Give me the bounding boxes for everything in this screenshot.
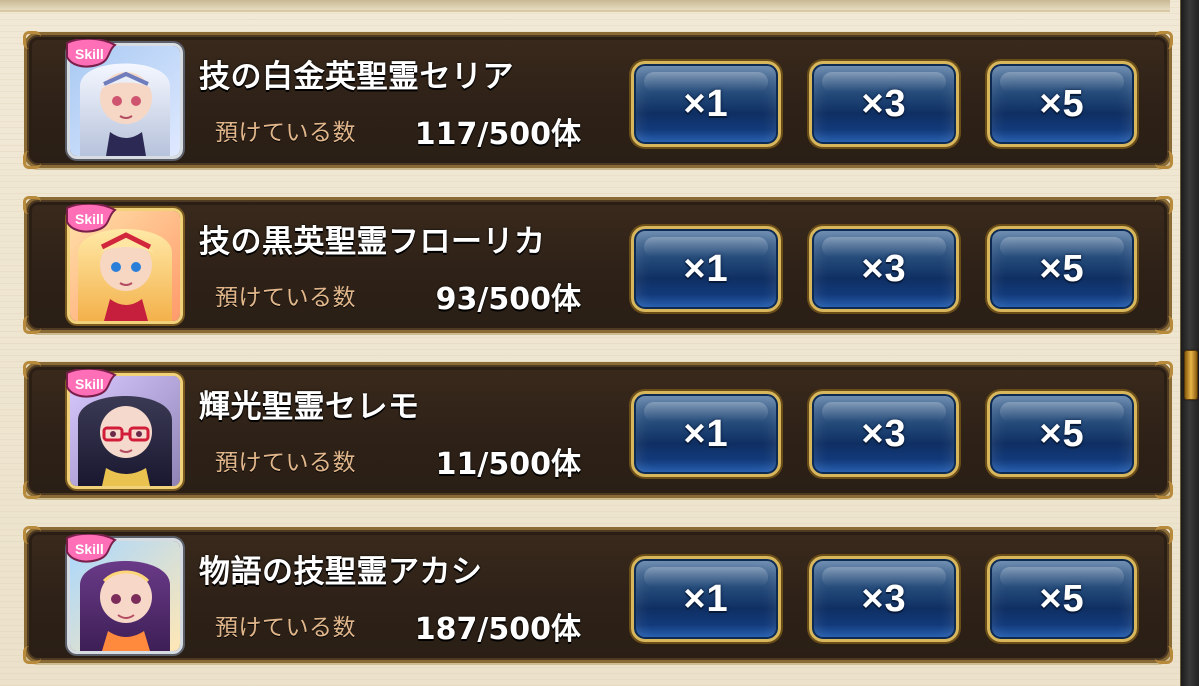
skill-badge-icon: Skill [66,369,117,398]
frame-corner [23,151,41,169]
multiplier-x5-button[interactable]: ×5 [987,391,1137,477]
button-label: ×3 [861,412,907,455]
button-label: ×1 [683,82,729,125]
list-item: Skill 輝光聖霊セレモ 預けている数 11/500体 ×1 ×3 ×5 [23,361,1173,499]
frame-corner [1155,316,1173,334]
multiplier-x3-button[interactable]: ×3 [809,391,959,477]
multiplier-x1-button[interactable]: ×1 [631,226,781,312]
skill-badge-label: Skill [75,46,104,62]
frame-corner [23,31,41,49]
skill-badge-label: Skill [75,541,104,557]
frame-corner [1155,646,1173,664]
character-name: 技の黒英聖霊フローリカ [199,224,546,260]
deposit-label: 預けている数 [215,285,356,311]
deposit-count: 117/500体 [414,117,581,152]
frame-corner [23,526,41,544]
frame-corner [1155,151,1173,169]
skill-badge: Skill [61,369,121,399]
frame-corner [23,316,41,334]
list-item: Skill 物語の技聖霊アカシ 預けている数 187/500体 ×1 ×3 ×5 [23,526,1173,664]
skill-badge: Skill [61,534,121,564]
skill-badge-icon: Skill [66,534,117,563]
frame-corner [1155,196,1173,214]
character-name: 物語の技聖霊アカシ [199,554,483,590]
character-name: 輝光聖霊セレモ [199,389,420,425]
deposit-label: 預けている数 [215,615,356,641]
button-label: ×1 [683,412,729,455]
button-label: ×3 [861,247,907,290]
button-label: ×3 [861,82,907,125]
button-label: ×3 [861,577,907,620]
skill-badge-label: Skill [75,211,104,227]
button-label: ×5 [1039,82,1085,125]
deposit-count: 93/500体 [435,282,581,317]
multiplier-x1-button[interactable]: ×1 [631,391,781,477]
multiplier-x5-button[interactable]: ×5 [987,556,1137,642]
frame-corner [23,361,41,379]
character-name: 技の白金英聖霊セリア [199,59,514,95]
frame-corner [1155,526,1173,544]
skill-badge: Skill [61,39,121,69]
button-label: ×1 [683,577,729,620]
deposit-list: Skill 技の白金英聖霊セリア 預けている数 117/500体 ×1 ×3 ×… [0,0,1199,686]
frame-corner [23,646,41,664]
multiplier-x5-button[interactable]: ×5 [987,226,1137,312]
button-label: ×5 [1039,577,1085,620]
multiplier-x3-button[interactable]: ×3 [809,61,959,147]
deposit-label: 預けている数 [215,450,356,476]
scrollbar-thumb[interactable] [1184,350,1198,400]
skill-badge-icon: Skill [66,204,117,233]
skill-badge-icon: Skill [66,39,117,68]
multiplier-x5-button[interactable]: ×5 [987,61,1137,147]
multiplier-x1-button[interactable]: ×1 [631,556,781,642]
frame-corner [23,481,41,499]
list-item: Skill 技の黒英聖霊フローリカ 預けている数 93/500体 ×1 ×3 ×… [23,196,1173,334]
scrollbar-track[interactable] [1180,0,1199,686]
frame-corner [1155,481,1173,499]
deposit-count: 11/500体 [435,447,581,482]
deposit-label: 預けている数 [215,120,356,146]
multiplier-x1-button[interactable]: ×1 [631,61,781,147]
list-item: Skill 技の白金英聖霊セリア 預けている数 117/500体 ×1 ×3 ×… [23,31,1173,169]
skill-badge-label: Skill [75,376,104,392]
button-label: ×5 [1039,412,1085,455]
deposit-count: 187/500体 [414,612,581,647]
multiplier-x3-button[interactable]: ×3 [809,226,959,312]
skill-badge: Skill [61,204,121,234]
frame-corner [23,196,41,214]
multiplier-x3-button[interactable]: ×3 [809,556,959,642]
frame-corner [1155,361,1173,379]
button-label: ×5 [1039,247,1085,290]
frame-corner [1155,31,1173,49]
button-label: ×1 [683,247,729,290]
